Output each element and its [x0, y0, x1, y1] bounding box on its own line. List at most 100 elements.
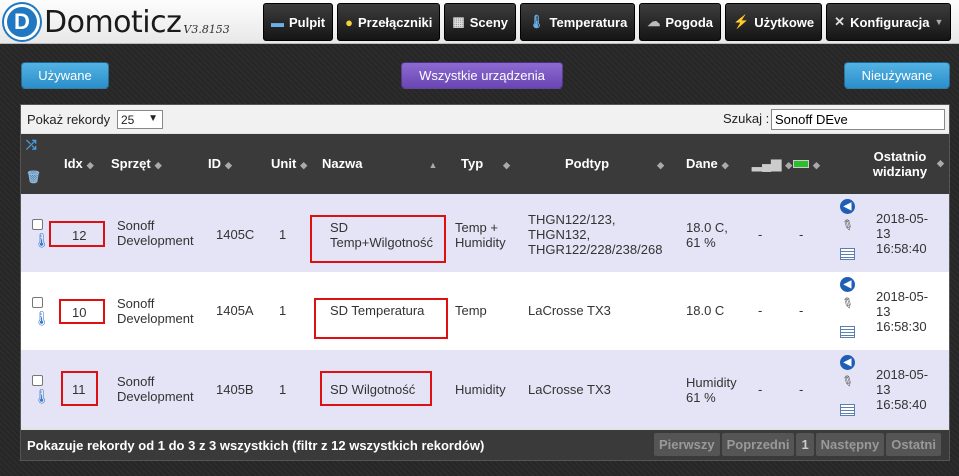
scenes-icon: ▦ [452, 14, 465, 29]
unit-value: 1 [279, 382, 287, 397]
col-unit[interactable]: Unit ◆ [271, 156, 307, 171]
utility-icon: ⚡ [733, 14, 750, 29]
first-page-button[interactable]: Pierwszy [653, 433, 720, 456]
log-icon[interactable] [840, 326, 855, 338]
hardware-value: Sonoff Development [117, 296, 194, 326]
row-checkbox[interactable] [32, 219, 43, 230]
table-row: 🌡 11 Sonoff Development 1405B 1 SD Wilgot… [21, 350, 949, 428]
sort-icon: ◆ [154, 160, 162, 170]
arrow-left-icon[interactable]: ◀ [840, 355, 855, 370]
row-checkbox[interactable] [32, 297, 43, 308]
subtype-value: LaCrosse TX3 [528, 382, 611, 397]
log-icon[interactable] [840, 248, 855, 260]
col-hardware[interactable]: Sprzęt ◆ [111, 156, 162, 171]
table-header: ⤮ 🗑 Idx ◆ Sprzęt ◆ ID ◆ Unit ◆ Nazwa ▲ Typ ◆ P… [21, 134, 949, 194]
col-idx[interactable]: Idx ◆ [64, 156, 94, 171]
device-name: SD Wilgotność [330, 382, 416, 397]
type-value: Temp + Humidity [455, 220, 506, 250]
sort-icon: ◆ [937, 158, 944, 168]
thermometer-icon: 🌡 [33, 310, 51, 326]
bulb-icon: ● [345, 14, 353, 30]
page-size-select[interactable]: 25 ▼ [117, 110, 163, 129]
subtype-value: THGN122/123, THGN132, THGR122/228/238/268 [528, 212, 663, 257]
signal-value: - [758, 382, 763, 397]
top-bar: D Domoticz V3.8153 ▬ Pulpit ● Przełączniki… [0, 0, 959, 44]
page-number-button[interactable]: 1 [796, 433, 814, 456]
idx-value: 12 [72, 228, 87, 243]
devices-table-panel: Pokaż rekordy 25 ▼ Szukaj : Sonoff DEve ⤮… [20, 104, 950, 461]
col-type[interactable]: Typ ◆ [461, 156, 510, 171]
sort-asc-icon: ▲ [428, 160, 438, 170]
used-filter-button[interactable]: Używane [21, 62, 109, 89]
logo-icon: D [4, 4, 40, 40]
page-size-label: Pokaż rekordy [27, 112, 111, 127]
type-value: Humidity [455, 382, 506, 397]
col-subtype[interactable]: Podtyp ◆ [565, 156, 664, 171]
nav-pulpit[interactable]: ▬ Pulpit [263, 3, 334, 41]
previous-page-button[interactable]: Poprzedni [721, 433, 795, 456]
nav-temperature[interactable]: 🌡 Temperatura [520, 3, 636, 41]
sort-icon: ◆ [785, 160, 793, 170]
last-seen-value: 2018-05- 13 16:58:30 [876, 289, 929, 334]
col-last-seen[interactable]: Ostatnio widziany [869, 149, 931, 179]
nav-utility[interactable]: ⚡ Użytkowe [725, 3, 823, 41]
shuffle-icon[interactable]: ⤮ [26, 137, 36, 153]
pencil-icon[interactable]: ✎ [837, 214, 858, 236]
nav-weather[interactable]: ☁ Pogoda [639, 3, 721, 41]
sort-icon: ◆ [503, 160, 511, 170]
last-seen-value: 2018-05- 13 16:58:40 [876, 211, 929, 256]
id-value: 1405A [216, 303, 254, 318]
monitor-icon: ▬ [271, 14, 284, 30]
trash-icon[interactable]: 🗑 [26, 170, 41, 184]
subtype-value: LaCrosse TX3 [528, 303, 611, 318]
table-controls: Pokaż rekordy 25 ▼ Szukaj : Sonoff DEve [21, 105, 949, 133]
thermometer-icon: 🌡 [528, 14, 545, 29]
app-version: V3.8153 [183, 22, 230, 36]
row-actions: ◀ ✎ [837, 355, 858, 416]
row-actions: ◀ ✎ [837, 199, 858, 260]
log-icon[interactable] [840, 404, 855, 416]
sort-icon: ◆ [813, 160, 820, 170]
app-logo[interactable]: D Domoticz V3.8153 [4, 4, 230, 40]
device-name: SD Temperatura [330, 303, 425, 318]
search-label: Szukaj : [723, 111, 770, 126]
unit-value: 1 [279, 227, 287, 242]
nav-scenes[interactable]: ▦ Sceny [444, 3, 517, 41]
sort-icon: ◆ [300, 160, 308, 170]
battery-value: - [799, 227, 804, 242]
sort-icon: ◆ [86, 160, 94, 170]
sort-icon: ◆ [657, 160, 664, 170]
col-name[interactable]: Nazwa ▲ [322, 156, 437, 171]
next-page-button[interactable]: Następny [815, 433, 885, 456]
pencil-icon[interactable]: ✎ [837, 370, 858, 392]
battery-value: - [799, 382, 804, 397]
table-row: 🌡 12 Sonoff Development 1405C 1 SD Temp+Wi… [21, 194, 949, 272]
search-input[interactable]: Sonoff DEve [771, 109, 945, 130]
unused-filter-button[interactable]: Nieużywane [844, 62, 950, 89]
hardware-value: Sonoff Development [117, 374, 194, 404]
battery-icon [793, 160, 809, 168]
nav-switches[interactable]: ● Przełączniki [337, 3, 441, 41]
caret-down-icon: ▼ [934, 17, 944, 27]
idx-value: 10 [72, 305, 87, 320]
all-devices-button[interactable]: Wszystkie urządzenia [401, 62, 563, 89]
weather-icon: ☁ [647, 14, 661, 29]
pagination: Pierwszy Poprzedni 1 Następny Ostatni [653, 433, 941, 456]
nav-setup[interactable]: ✕ Konfiguracja ▼ [826, 3, 952, 41]
data-value: Humidity 61 % [686, 375, 737, 405]
col-data[interactable]: Dane ◆ [686, 156, 729, 171]
row-checkbox[interactable] [32, 375, 43, 386]
hardware-value: Sonoff Development [117, 218, 194, 248]
col-id[interactable]: ID ◆ [208, 156, 232, 171]
pencil-icon[interactable]: ✎ [837, 292, 858, 314]
last-page-button[interactable]: Ostatni [886, 433, 941, 456]
sort-icon: ◆ [721, 160, 729, 170]
arrow-left-icon[interactable]: ◀ [840, 199, 855, 214]
app-name: Domoticz [44, 4, 182, 40]
table-row: 🌡 10 Sonoff Development 1405A 1 SD Temper… [21, 272, 949, 350]
col-signal[interactable]: ▂▄▆ ◆ [752, 156, 792, 172]
device-name: SD Temp+Wilgotność [330, 220, 433, 250]
col-battery[interactable]: ◆ [793, 156, 820, 171]
type-value: Temp [455, 303, 487, 318]
arrow-left-icon[interactable]: ◀ [840, 277, 855, 292]
